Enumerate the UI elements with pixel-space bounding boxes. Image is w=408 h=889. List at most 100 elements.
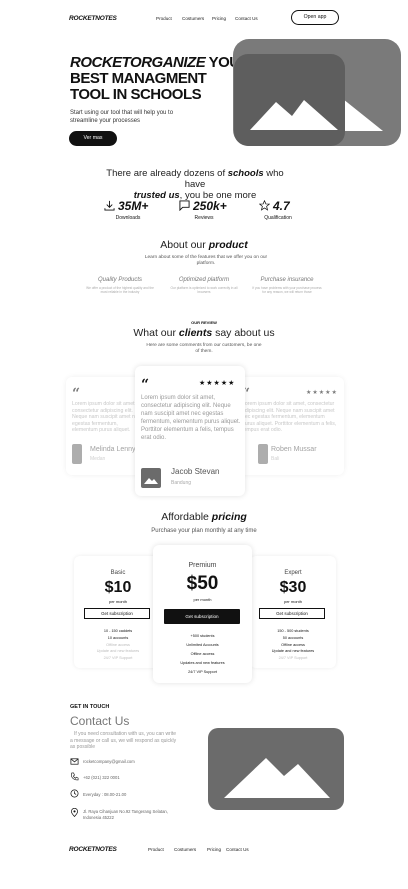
about-title-emphasis: product	[208, 239, 248, 251]
download-icon	[104, 200, 115, 211]
feature-title: Quality Products	[97, 277, 143, 283]
rating-stars: ★★★★★	[306, 390, 338, 396]
plan-feature: 150 - 500 students	[277, 629, 309, 633]
footer-link-costumers[interactable]: Costumers	[174, 847, 196, 852]
plan-name: Expert	[284, 570, 302, 576]
pricing-title-emphasis: pricing	[211, 511, 247, 523]
nav-link-costumers[interactable]: Costumers	[182, 16, 204, 21]
plan-features: 10 - 150 caddets 10 accounts Offline acc…	[74, 628, 162, 662]
plan-feature: 24/7 VIP Support	[188, 670, 217, 674]
plan-period: per month	[108, 599, 127, 604]
phone-icon	[71, 772, 79, 781]
get-subscription-button[interactable]: Get subscription	[164, 609, 240, 624]
reviewer-city: Bali	[271, 456, 280, 462]
reviews-title: What our clients say about us	[104, 327, 304, 339]
contact-email[interactable]: rocketcompany@gmail.com	[83, 759, 135, 764]
nav-link-contact[interactable]: Contact Us	[235, 16, 258, 21]
stat-label-downloads: Downloads	[115, 215, 141, 221]
feature-text: If you have problems with your purchase …	[252, 286, 322, 294]
stats-title-emphasis: schools	[227, 168, 264, 179]
stats-title-text: There are already dozens of	[106, 168, 228, 179]
stat-value-downloads: 35M+	[118, 199, 149, 213]
reviews-title-text: say about us	[212, 327, 275, 339]
hero-subtitle: Start using our tool that will help you …	[70, 110, 174, 124]
about-title-text: About our	[160, 239, 209, 251]
get-subscription-button[interactable]: Get subscription	[84, 608, 150, 619]
footer-link-contact[interactable]: Contact Us	[226, 847, 249, 852]
plan-feature: Unlimited Accounts	[186, 643, 219, 647]
hero-title-line2: BEST MANAGMENT	[70, 70, 207, 87]
plan-price: $30	[279, 579, 307, 596]
pricing-subtitle: Purchase your plan monthly at any time	[151, 528, 257, 534]
plan-price: $10	[104, 579, 132, 596]
avatar	[141, 468, 161, 488]
plan-feature: +500 students	[190, 634, 215, 638]
contact-kicker: GET IN TOUCH	[70, 704, 110, 710]
plan-feature: Offline access	[281, 642, 305, 647]
plan-feature: 24/7 VIP Support	[103, 656, 133, 661]
hero-title-line3: TOOL IN SCHOOLS	[70, 86, 202, 103]
quote-icon: “	[72, 386, 81, 402]
avatar	[72, 444, 82, 464]
hero-title: ROCKETORGANIZE YOUR BEST MANAGMENT TOOL …	[70, 55, 260, 103]
plan-card-basic: Basic $10 per month Get subscription 10 …	[74, 556, 162, 668]
plan-feature: Offline access	[106, 642, 130, 647]
plan-features: +500 students Unlimited Accounts Offline…	[153, 632, 252, 677]
reviewer-city: Bandung	[171, 480, 192, 486]
plan-name: Basic	[110, 570, 126, 576]
plan-feature: Update and new features	[96, 649, 140, 654]
reviewer-name: Jacob Stevan	[171, 467, 220, 476]
plan-feature: Update and new features	[271, 649, 315, 654]
footer-link-product[interactable]: Product	[148, 847, 164, 852]
clock-icon	[70, 789, 79, 798]
plan-feature: Offline access	[190, 652, 215, 656]
rating-stars: ★★★★★	[199, 380, 236, 387]
stat-value-reviews: 250k+	[193, 199, 227, 213]
plan-card-expert: Expert $30 per month Get subscription 15…	[250, 556, 336, 668]
contact-text: If you need consultation with us, you ca…	[70, 731, 177, 750]
reviews-kicker: OUR REVIEW	[191, 320, 217, 325]
contact-address: Jl. Raya Cihanjuan No.92 Tangerang Selat…	[83, 809, 168, 820]
plan-period: per month	[193, 597, 212, 602]
location-pin-icon	[70, 808, 79, 817]
hero-title-emphasis: ROCKETORGANIZE	[70, 54, 206, 71]
plan-price: $50	[186, 573, 219, 594]
footer-logo[interactable]: ROCKETNOTES	[69, 846, 117, 853]
review-card: “ Lorem ipsum dolor sit amet, consectetu…	[66, 377, 146, 475]
open-app-button[interactable]: Open app	[291, 10, 339, 25]
feature-text: Our platform is optimized to work correc…	[170, 286, 238, 294]
nav-link-pricing[interactable]: Pricing	[212, 16, 226, 21]
about-subtitle: Learn about some of the features that we…	[144, 255, 268, 266]
contact-hours: Everyday : 08.00-21.00	[83, 792, 127, 797]
reviewer-name: Roben Mussar	[271, 446, 317, 453]
logo[interactable]: ROCKETNOTES	[69, 15, 117, 22]
image-placeholder-icon	[250, 100, 338, 130]
feature-title: Optimized platform	[178, 277, 230, 283]
feature-title: Purchase insurance	[260, 277, 314, 283]
about-title: About our product	[104, 239, 304, 251]
plan-feature: 24/7 VIP Support	[278, 656, 308, 661]
image-placeholder-icon	[224, 758, 330, 798]
star-icon	[259, 200, 270, 211]
stat-label-reviews: Reviews	[194, 215, 214, 221]
mail-icon	[70, 758, 79, 765]
nav-link-product[interactable]: Product	[156, 16, 172, 21]
feature-text: We offer a product of the highest qualit…	[86, 286, 154, 294]
footer-link-pricing[interactable]: Pricing	[207, 847, 221, 852]
get-subscription-button[interactable]: Get subscription	[259, 608, 325, 619]
reviews-title-emphasis: clients	[178, 327, 213, 339]
reviews-subtitle: Here are some comments from our customer…	[146, 343, 262, 354]
plan-period: per month	[283, 599, 302, 604]
avatar	[258, 444, 268, 464]
pricing-title-text: Affordable	[161, 511, 212, 523]
plan-feature: 50 accounts	[282, 635, 304, 640]
plan-feature: 10 accounts	[107, 635, 129, 640]
contact-title: Contact Us	[70, 714, 130, 728]
contact-phone[interactable]: +62 (021) 322 0001	[83, 775, 120, 780]
review-text: Lorem ipsum dolor sit amet, consectetur …	[72, 401, 140, 433]
contact-image	[208, 728, 344, 810]
see-more-button[interactable]: Ver mas	[69, 131, 117, 146]
reviewer-name: Melinda Lenny	[90, 446, 136, 453]
plan-name: Premium	[188, 562, 217, 569]
plan-feature: Updates and new features	[180, 661, 225, 665]
